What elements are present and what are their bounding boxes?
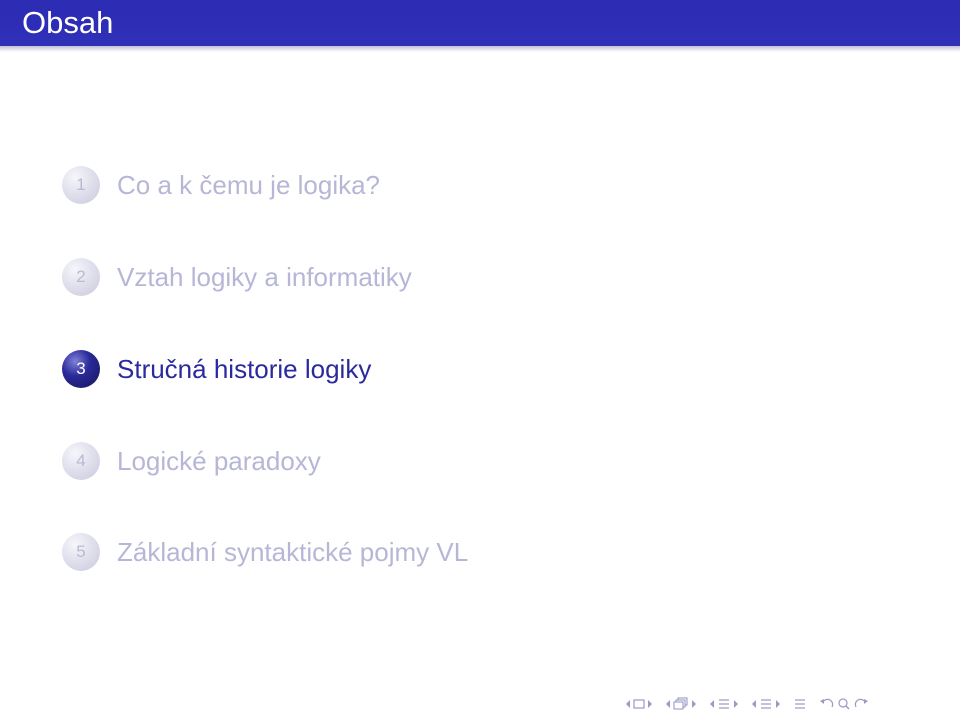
toc-item-label: Co a k čemu je logika? — [117, 170, 381, 200]
search-icon[interactable] — [836, 694, 852, 714]
slide-icon[interactable] — [632, 694, 646, 714]
toc-number-badge: 4 — [62, 442, 100, 480]
toc-item-label: Vztah logiky a informatiky — [117, 262, 412, 292]
header-shadow — [0, 46, 960, 52]
toc-item-5[interactable]: 5 Základní syntaktické pojmy VL — [62, 532, 468, 572]
frame-title: Obsah — [22, 5, 114, 40]
back-icon[interactable] — [818, 694, 836, 714]
toc-item-4[interactable]: 4 Logické paradoxy — [62, 441, 321, 481]
toc-number-badge: 2 — [62, 258, 100, 296]
beamer-navigation-bar — [624, 694, 870, 714]
prev-slide-icon[interactable] — [624, 694, 632, 714]
prev-subsection-icon[interactable] — [708, 694, 716, 714]
frame-header-bar — [0, 0, 960, 46]
toc-item-3[interactable]: 3 Stručná historie logiky — [62, 349, 371, 389]
next-section-icon[interactable] — [774, 694, 782, 714]
forward-icon[interactable] — [852, 694, 870, 714]
section-icon[interactable] — [758, 694, 774, 714]
toc-item-1[interactable]: 1 Co a k čemu je logika? — [62, 165, 380, 205]
prev-frame-icon[interactable] — [664, 694, 672, 714]
toc-item-label: Stručná historie logiky — [117, 354, 372, 384]
frame-icon[interactable] — [672, 694, 690, 714]
toc-item-label: Logické paradoxy — [117, 446, 321, 476]
toc-item-label: Základní syntaktické pojmy VL — [117, 537, 469, 567]
subsection-icon[interactable] — [716, 694, 732, 714]
toc-number-badge: 3 — [62, 350, 100, 388]
prev-section-icon[interactable] — [750, 694, 758, 714]
next-subsection-icon[interactable] — [732, 694, 740, 714]
next-frame-icon[interactable] — [690, 694, 698, 714]
toc-number-badge: 1 — [62, 166, 100, 204]
toc-item-2[interactable]: 2 Vztah logiky a informatiky — [62, 257, 412, 297]
align-icon[interactable] — [792, 694, 808, 714]
next-slide-icon[interactable] — [646, 694, 654, 714]
toc-number-badge: 5 — [62, 533, 100, 571]
